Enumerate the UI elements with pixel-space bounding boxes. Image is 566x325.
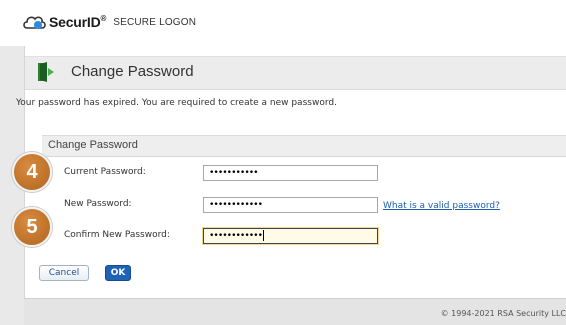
brand-subtitle: SECURE LOGON bbox=[113, 16, 197, 28]
valid-password-link[interactable]: What is a valid password? bbox=[383, 201, 500, 211]
confirm-password-input[interactable]: •••••••••••• bbox=[203, 228, 378, 244]
step-badge-4: 4 bbox=[12, 152, 52, 192]
copyright-text: © 1994-2021 RSA Security LLC bbox=[440, 309, 566, 318]
cancel-button[interactable]: Cancel bbox=[39, 265, 89, 281]
footer: © 1994-2021 RSA Security LLC bbox=[24, 298, 566, 325]
expired-message: Your password has expired. You are requi… bbox=[16, 98, 337, 108]
step-badge-5: 5 bbox=[12, 207, 52, 247]
confirm-password-label: Confirm New Password: bbox=[64, 230, 170, 240]
ok-button[interactable]: OK bbox=[105, 265, 131, 281]
form-section-title: Change Password bbox=[48, 139, 138, 151]
confirm-password-value: •••••••••••• bbox=[209, 231, 263, 241]
new-password-label: New Password: bbox=[64, 199, 132, 209]
new-password-input[interactable]: •••••••••••• bbox=[203, 197, 378, 213]
door-exit-icon bbox=[37, 62, 55, 86]
current-password-input[interactable]: ••••••••••• bbox=[203, 165, 378, 181]
page-title: Change Password bbox=[71, 63, 194, 80]
brand-name: SecurID® bbox=[49, 14, 107, 30]
form-section-header: Change Password bbox=[42, 135, 566, 157]
current-password-label: Current Password: bbox=[64, 167, 146, 177]
header-bar: SecurID® SECURE LOGON bbox=[0, 0, 566, 46]
cloud-logo-icon bbox=[22, 14, 46, 30]
panel-header: Change Password bbox=[25, 56, 566, 90]
securid-logo: SecurID® SECURE LOGON bbox=[22, 14, 196, 30]
text-caret bbox=[263, 230, 265, 241]
